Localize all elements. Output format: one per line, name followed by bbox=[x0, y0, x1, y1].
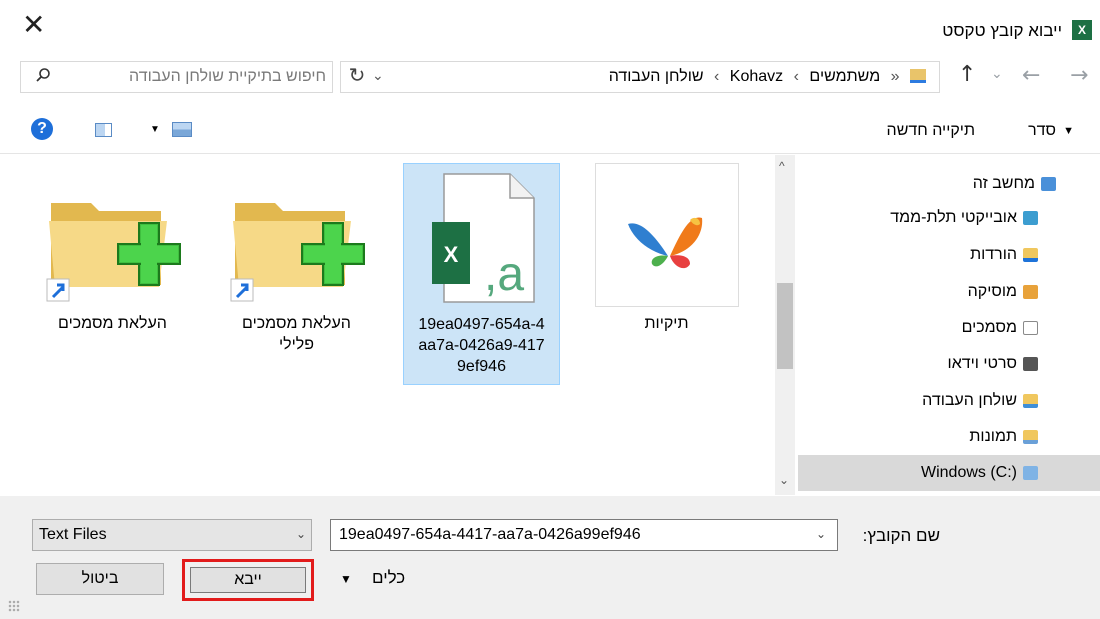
drive-icon bbox=[1023, 466, 1038, 480]
nav-label: אובייקטי תלת-ממד bbox=[890, 209, 1017, 226]
msn-butterfly-icon bbox=[594, 163, 739, 307]
organize-dropdown-icon[interactable]: ▼ bbox=[1063, 125, 1074, 137]
file-type-value: Text Files bbox=[39, 526, 107, 543]
up-arrow-icon[interactable]: ↑ bbox=[958, 62, 976, 87]
music-icon bbox=[1023, 285, 1038, 299]
organize-label: סדר bbox=[1028, 122, 1056, 139]
file-label: העלאת מסמכים bbox=[58, 315, 167, 332]
scroll-thumb[interactable] bbox=[777, 283, 793, 369]
file-name-dropdown-icon[interactable]: ⌄ bbox=[816, 527, 826, 541]
nav-label: מחשב זה bbox=[972, 175, 1035, 192]
tools-menu[interactable]: כלים bbox=[372, 568, 405, 588]
nav-label: הורדות bbox=[970, 246, 1017, 263]
downloads-icon bbox=[1023, 248, 1038, 262]
file-type-select[interactable]: Text Files bbox=[32, 519, 312, 551]
bottom-panel: שם הקובץ: 19ea0497-654a-4417-aa7a-0426a9… bbox=[0, 496, 1100, 619]
refresh-icon[interactable]: ↻ bbox=[344, 63, 370, 89]
address-bar[interactable]: « משתמשים › Kohavz › שולחן העבודה bbox=[340, 61, 940, 93]
search-box[interactable] bbox=[20, 61, 333, 93]
svg-text:X: X bbox=[443, 242, 458, 267]
nav-item-documents[interactable]: מסמכים bbox=[962, 319, 1038, 337]
view-dropdown-icon[interactable]: ▼ bbox=[150, 124, 160, 135]
file-item-csv[interactable]: X a, 19ea0497-654a-4 417-aa7a-0426a9 9ef… bbox=[403, 163, 560, 385]
overflow-crumb[interactable]: « bbox=[891, 68, 900, 85]
crumb-kohavz[interactable]: Kohavz bbox=[730, 68, 783, 85]
folder-shortcut-icon bbox=[41, 163, 185, 307]
crumb-separator: › bbox=[793, 68, 799, 85]
preview-pane-icon[interactable] bbox=[95, 123, 112, 137]
file-label-line: העלאת מסמכים bbox=[242, 315, 351, 332]
pictures-icon bbox=[1023, 430, 1038, 444]
scroll-down-icon[interactable]: ⌄ bbox=[779, 473, 789, 487]
excel-file-icon: X a, bbox=[410, 164, 554, 308]
documents-icon bbox=[1023, 321, 1038, 335]
window-title: ייבוא קובץ טקסט bbox=[942, 21, 1062, 40]
help-icon[interactable]: ? bbox=[31, 118, 53, 140]
file-label-line: 9ef946 bbox=[457, 358, 506, 375]
folder-shortcut-icon bbox=[225, 163, 369, 307]
file-label: תיקיות bbox=[644, 315, 689, 332]
crumb-separator: › bbox=[714, 68, 720, 85]
crumb-users[interactable]: משתמשים bbox=[809, 68, 880, 85]
nav-label: שולחן העבודה bbox=[922, 392, 1017, 409]
nav-item-windows-c[interactable]: Windows (C:) bbox=[798, 455, 1100, 491]
file-label-line: פלילי bbox=[278, 336, 315, 353]
file-name-field[interactable]: 19ea0497-654a-4417-aa7a-0426a99ef946 bbox=[330, 519, 838, 551]
nav-item-music[interactable]: מוסיקה bbox=[968, 283, 1038, 301]
title-bar: X ייבוא קובץ טקסט ✕ bbox=[0, 0, 1100, 58]
file-item-upload-documents[interactable]: העלאת מסמכים bbox=[34, 163, 191, 334]
crumb-desktop[interactable]: שולחן העבודה bbox=[609, 68, 704, 85]
videos-icon bbox=[1023, 357, 1038, 371]
scroll-up-icon[interactable]: ^ bbox=[779, 159, 785, 173]
organize-menu[interactable]: סדר bbox=[1028, 122, 1056, 140]
recent-dropdown-icon[interactable]: ⌄ bbox=[991, 66, 1003, 82]
file-label-line: 417-aa7a-0426a9 bbox=[418, 337, 545, 354]
nav-item-videos[interactable]: סרטי וידאו bbox=[948, 355, 1038, 373]
search-icon bbox=[36, 68, 50, 82]
resize-grip-icon[interactable] bbox=[8, 600, 20, 612]
tools-dropdown-icon[interactable]: ▼ bbox=[340, 572, 352, 586]
nav-label: Windows (C:) bbox=[920, 464, 1017, 481]
file-name-label: שם הקובץ: bbox=[862, 526, 940, 545]
new-folder-button[interactable]: תיקייה חדשה bbox=[887, 122, 975, 140]
nav-item-this-pc[interactable]: מחשב זה bbox=[973, 175, 1056, 193]
tools-label: כלים bbox=[372, 568, 406, 587]
excel-icon: X bbox=[1072, 20, 1092, 40]
content-scrollbar[interactable]: ^ ⌄ bbox=[775, 155, 795, 495]
forward-arrow-icon[interactable]: → bbox=[1070, 63, 1088, 88]
file-label: העלאת מסמכים פלילי bbox=[218, 313, 375, 355]
nav-label: מסמכים bbox=[961, 319, 1017, 336]
3d-objects-icon bbox=[1023, 211, 1038, 225]
file-list: תיקיות X a, 19ea0497-654a-4 417-aa7a-042… bbox=[0, 155, 775, 495]
file-label: 19ea0497-654a-4 417-aa7a-0426a9 9ef946 bbox=[404, 314, 559, 377]
nav-item-pictures[interactable]: תמונות bbox=[969, 428, 1038, 446]
nav-item-desktop[interactable]: שולחן העבודה bbox=[922, 392, 1038, 410]
import-button-highlight: ייבא bbox=[182, 559, 314, 601]
file-type-dropdown-icon[interactable]: ⌄ bbox=[296, 527, 306, 541]
import-button[interactable]: ייבא bbox=[190, 567, 306, 593]
svg-text:a,: a, bbox=[483, 248, 523, 301]
file-name-value: 19ea0497-654a-4417-aa7a-0426a99ef946 bbox=[339, 526, 641, 543]
nav-item-3d-objects[interactable]: אובייקטי תלת-ממד bbox=[890, 209, 1038, 227]
file-item-folders[interactable]: תיקיות bbox=[588, 163, 745, 334]
breadcrumb: « משתמשים › Kohavz › שולחן העבודה bbox=[606, 68, 929, 86]
change-view-icon[interactable] bbox=[172, 122, 192, 137]
nav-label: תמונות bbox=[969, 428, 1017, 445]
navigation-pane: מחשב זה אובייקטי תלת-ממד הורדות מוסיקה מ… bbox=[798, 155, 1100, 495]
cancel-button[interactable]: ביטול bbox=[36, 563, 164, 595]
toolbar: סדר ▼ תיקייה חדשה ? ▼ bbox=[0, 108, 1100, 154]
address-dropdown-icon[interactable]: ⌄ bbox=[372, 67, 384, 84]
nav-item-downloads[interactable]: הורדות bbox=[970, 246, 1038, 264]
file-label-line: 19ea0497-654a-4 bbox=[418, 316, 545, 333]
desktop-icon bbox=[1023, 394, 1038, 408]
nav-label: מוסיקה bbox=[967, 283, 1017, 300]
computer-icon bbox=[1041, 177, 1056, 191]
folder-icon bbox=[910, 69, 926, 83]
back-arrow-icon[interactable]: ← bbox=[1022, 63, 1040, 88]
file-item-upload-criminal[interactable]: העלאת מסמכים פלילי bbox=[218, 163, 375, 355]
search-input[interactable] bbox=[76, 66, 326, 88]
close-icon[interactable]: ✕ bbox=[22, 11, 46, 39]
nav-label: סרטי וידאו bbox=[947, 355, 1017, 372]
